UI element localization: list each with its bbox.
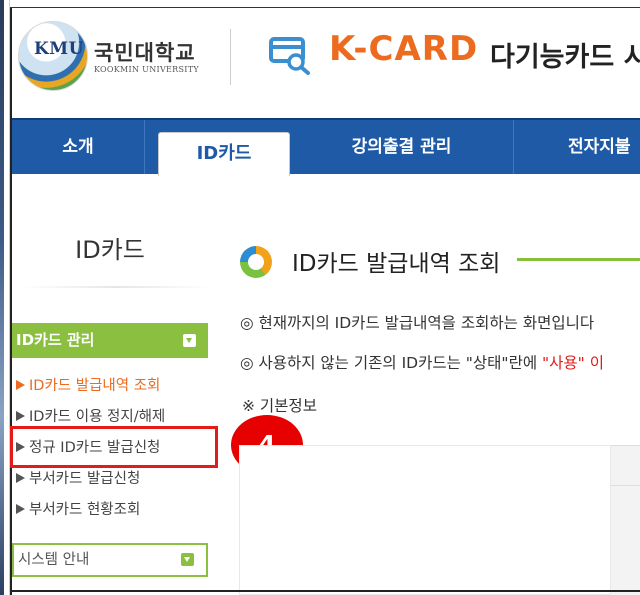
highlight-box: [10, 426, 218, 468]
outer-frame-left: [0, 0, 10, 595]
panel-side-divider: [611, 485, 640, 486]
header-divider: [230, 29, 231, 85]
nav-tab-id-card[interactable]: ID카드: [158, 132, 290, 176]
basic-info-panel: [239, 445, 611, 595]
sidebar-item-suspend-resume[interactable]: ID카드 이용 정지/해제: [16, 405, 165, 426]
sidebar-item-issue-history[interactable]: ID카드 발급내역 조회: [16, 374, 160, 395]
arrow-right-icon: [16, 411, 25, 421]
outer-frame-top: [10, 0, 640, 8]
kcard-search-icon: [269, 37, 310, 75]
sidebar-section-label: 시스템 안내: [18, 552, 90, 568]
arrow-right-icon: [16, 380, 25, 390]
nav-tab-attendance[interactable]: 강의출결 관리: [290, 120, 514, 174]
nav-tab-intro[interactable]: 소개: [12, 120, 145, 174]
page-border-bottom: [10, 590, 640, 592]
nav-tab-payment[interactable]: 전자지불: [514, 120, 640, 174]
university-name-ko[interactable]: 국민대학교: [94, 37, 196, 67]
sidebar-item-dept-card-status[interactable]: 부서카드 현황조회: [16, 498, 140, 519]
sidebar-item-label: ID카드 발급내역 조회: [29, 378, 161, 394]
panel-side-strip: [611, 445, 640, 595]
sidebar-title-divider: [22, 286, 212, 288]
info-text-2-main: ◎ 사용하지 않는 기존의 ID카드는 "상태"란에: [240, 354, 543, 372]
sidebar-item-label: 부서카드 현황조회: [29, 502, 141, 518]
arrow-right-icon: [16, 504, 25, 514]
info-text-2: ◎ 사용하지 않는 기존의 ID카드는 "상태"란에 "사용" 이: [240, 351, 604, 373]
sidebar-section-system-guide[interactable]: 시스템 안내: [12, 543, 208, 577]
outer-frame-strip: [0, 0, 4, 595]
section-heading-basic-info: ※ 기본정보: [242, 397, 317, 415]
arrow-right-icon: [16, 473, 25, 483]
sidebar-item-label: ID카드 이용 정지/해제: [29, 409, 166, 425]
university-name-en: KOOKMIN UNIVERSITY: [94, 65, 199, 74]
sidebar-section-label: ID카드 관리: [16, 331, 95, 349]
chevron-down-icon[interactable]: [181, 553, 194, 566]
sidebar-section-id-card-management[interactable]: ID카드 관리: [12, 323, 208, 358]
logo-abbreviation[interactable]: KMU: [34, 39, 84, 59]
sidebar-title: ID카드: [75, 236, 145, 264]
info-text-1: ◎ 현재까지의 ID카드 발급내역을 조회하는 화면입니다: [240, 314, 595, 332]
page-title-underline: [517, 258, 640, 261]
chevron-down-icon[interactable]: [183, 334, 196, 347]
main-nav: 소개 ID카드 강의출결 관리 전자지불: [12, 118, 640, 176]
service-subtitle: 다기능카드 시: [490, 42, 640, 73]
sidebar-item-label: 부서카드 발급신청: [29, 471, 141, 487]
info-text-2-highlight: "사용" 이: [542, 354, 604, 372]
sidebar-item-dept-card-request[interactable]: 부서카드 발급신청: [16, 467, 140, 488]
service-title[interactable]: K-CARD: [329, 29, 478, 69]
title-ring-icon: [240, 246, 272, 278]
site-header: KMU 국민대학교 KOOKMIN UNIVERSITY K-CARD 다기능카…: [12, 9, 640, 119]
page-title: ID카드 발급내역 조회: [292, 251, 501, 277]
